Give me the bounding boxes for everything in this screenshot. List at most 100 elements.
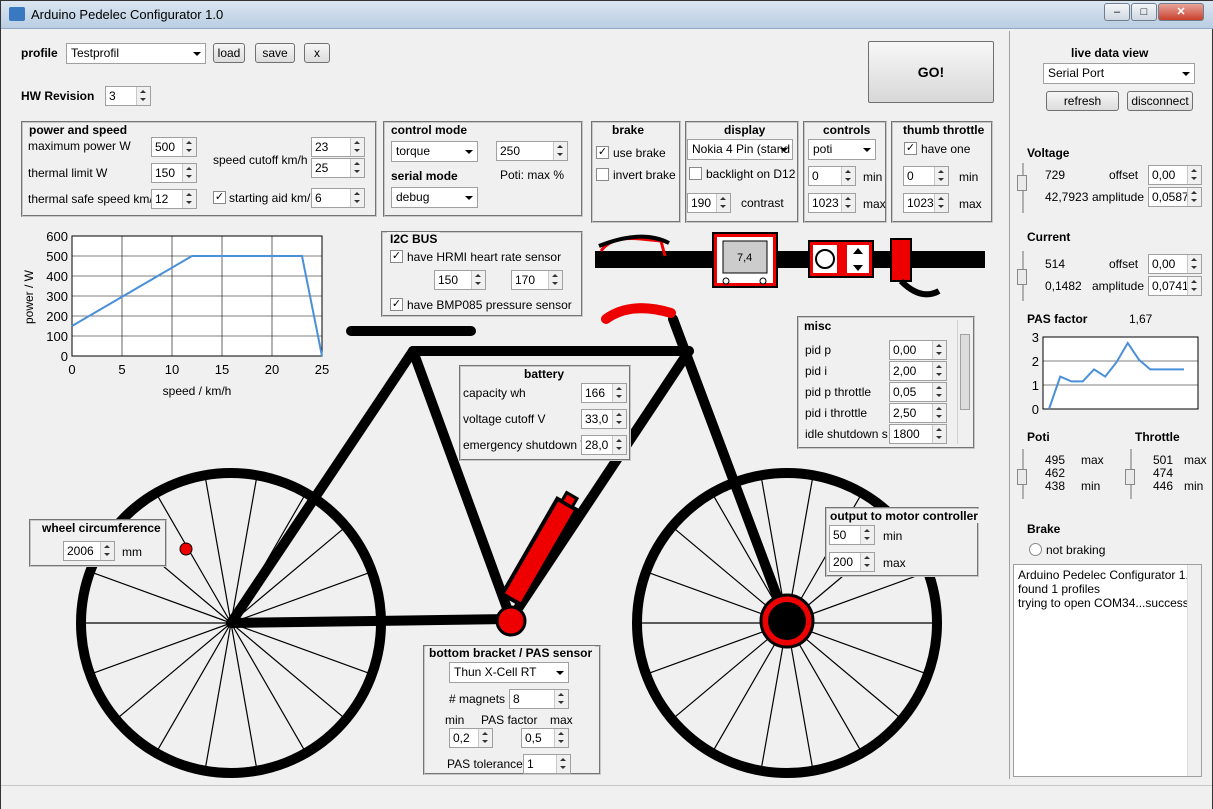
controls-max-spinner[interactable]: 1023 — [808, 193, 856, 213]
motor-min-spinner[interactable]: 50 — [829, 525, 875, 545]
serial-mode-title: serial mode — [388, 169, 461, 183]
display-type-select[interactable]: Nokia 4 Pin (stand — [687, 139, 793, 160]
use-brake-label: use brake — [613, 146, 666, 160]
thermal-limit-spinner[interactable]: 150 — [151, 163, 197, 183]
controls-max-label: max — [863, 197, 886, 211]
backlight-checkbox[interactable] — [689, 167, 702, 180]
wheel-circumference-spinner[interactable]: 2006 — [63, 541, 115, 561]
maximize-button[interactable]: □ — [1131, 3, 1157, 21]
serial-port-select[interactable]: Serial Port — [1043, 63, 1195, 84]
pas-sensor-select[interactable]: Thun X-Cell RT — [449, 662, 569, 683]
y-tick-label: 0 — [61, 349, 68, 364]
voltage-raw: 729 — [1045, 168, 1066, 182]
throttle-slider[interactable] — [1125, 469, 1135, 485]
delete-profile-button[interactable]: x — [304, 43, 330, 63]
misc-scrollbar-thumb[interactable] — [960, 334, 970, 410]
current-amplitude-spinner[interactable]: 0,0741 — [1148, 276, 1202, 296]
disconnect-button[interactable]: disconnect — [1127, 91, 1193, 111]
pas-min-label: min — [445, 713, 465, 727]
y-tick-label: 500 — [46, 249, 68, 264]
controls-select[interactable]: poti — [808, 139, 876, 160]
close-button[interactable]: ✕ — [1158, 3, 1204, 21]
use-brake-checkbox[interactable]: ✓ — [596, 146, 609, 159]
contrast-spinner[interactable]: 190 — [687, 193, 731, 213]
save-button[interactable]: save — [255, 43, 295, 63]
y-tick-label: 200 — [46, 309, 68, 324]
control-mode-title: control mode — [388, 123, 471, 137]
controls-min-label: min — [863, 170, 883, 184]
misc-row-label: pid p throttle — [805, 385, 872, 399]
misc-row-spinner[interactable]: 0,05 — [889, 382, 947, 402]
control-mode-select[interactable]: torque — [391, 141, 478, 162]
log-scrollbar[interactable] — [1187, 565, 1201, 776]
bmp085-label: have BMP085 pressure sensor — [407, 298, 572, 312]
thermal-limit-label: thermal limit W — [28, 166, 108, 180]
wheel-spoke — [118, 622, 232, 718]
load-button[interactable]: load — [213, 43, 245, 63]
misc-row-spinner[interactable]: 2,50 — [889, 403, 947, 423]
thermal-safe-spinner[interactable]: 12 — [151, 189, 197, 209]
emergency-shutdown-spinner[interactable]: 28,0 — [581, 435, 627, 455]
voltage-slider[interactable] — [1017, 175, 1027, 191]
pas-factor-max-spinner[interactable]: 0,5 — [521, 728, 569, 748]
misc-scrollbar[interactable] — [957, 320, 971, 444]
hrmi-checkbox[interactable]: ✓ — [390, 250, 403, 263]
starting-aid-checkbox[interactable]: ✓ — [213, 191, 226, 204]
voltage-offset-spinner[interactable]: 0,00 — [1148, 165, 1202, 185]
misc-row-spinner[interactable]: 2,00 — [889, 361, 947, 381]
motor-output-title: output to motor controller — [827, 509, 981, 523]
thumb-throttle-checkbox[interactable]: ✓ — [904, 142, 917, 155]
log-line: trying to open COM34...success — [1018, 596, 1189, 610]
misc-row-spinner[interactable]: 0,00 — [889, 340, 947, 360]
thumb-min-spinner[interactable]: 0 — [903, 166, 949, 186]
live-data-title: live data view — [1071, 46, 1149, 60]
minimize-button[interactable]: – — [1104, 3, 1130, 21]
wheel-spoke — [93, 572, 232, 624]
speed-cutoff-spinner-2[interactable]: 25 — [311, 158, 365, 178]
invert-brake-checkbox[interactable] — [596, 168, 609, 181]
heart-rate-min-spinner[interactable]: 150 — [434, 270, 486, 290]
brake-status-title: Brake — [1027, 522, 1061, 536]
chevron-down-icon — [193, 52, 201, 56]
max-power-spinner[interactable]: 500 — [151, 137, 197, 157]
serial-mode-select[interactable]: debug — [391, 187, 478, 208]
main-window: Arduino Pedelec Configurator 1.0 – □ ✕ 7… — [0, 0, 1213, 809]
magnets-spinner[interactable]: 8 — [509, 689, 569, 709]
motor-max-spinner[interactable]: 200 — [829, 552, 875, 572]
current-slider[interactable] — [1017, 269, 1027, 285]
current-offset-spinner[interactable]: 0,00 — [1148, 254, 1202, 274]
motor-min-label: min — [883, 529, 903, 543]
thumb-max-spinner[interactable]: 1023 — [903, 193, 949, 213]
hw-revision-spinner[interactable]: 3 — [105, 86, 151, 106]
voltage-amplitude-spinner[interactable]: 0,0587 — [1148, 187, 1202, 207]
refresh-button[interactable]: refresh — [1046, 91, 1119, 111]
profile-select[interactable]: Testprofil — [66, 43, 206, 64]
starting-aid-spinner[interactable]: 6 — [311, 188, 365, 208]
misc-row-label: pid i — [805, 364, 828, 378]
display-title: display — [721, 123, 769, 137]
wheel-title: wheel circumference — [39, 521, 164, 535]
capacity-spinner[interactable]: 166 — [581, 383, 627, 403]
throttle-title: Throttle — [1135, 430, 1180, 444]
chevron-down-icon — [780, 148, 788, 152]
poti-max-spinner[interactable]: 250 — [496, 141, 568, 161]
speed-cutoff-spinner-1[interactable]: 23 — [311, 137, 365, 157]
poti-title: Poti — [1027, 430, 1050, 444]
profile-label: profile — [21, 46, 58, 60]
log-line: found 1 profiles — [1018, 582, 1101, 596]
log-output[interactable]: Arduino Pedelec Configurator 1.0 found 1… — [1013, 564, 1202, 777]
pas-max-label: max — [550, 713, 573, 727]
pas-factor-value: 1,67 — [1129, 312, 1153, 326]
bmp085-checkbox[interactable]: ✓ — [390, 298, 403, 311]
poti-slider[interactable] — [1017, 469, 1027, 485]
poti-max-label: Poti: max % — [500, 168, 565, 182]
controls-min-spinner[interactable]: 0 — [808, 166, 856, 186]
go-button[interactable]: GO! — [868, 41, 994, 103]
heart-rate-max-spinner[interactable]: 170 — [511, 270, 563, 290]
voltage-cutoff-spinner[interactable]: 33,0 — [581, 409, 627, 429]
pas-tolerance-spinner[interactable]: 1 — [523, 754, 571, 774]
misc-row-spinner[interactable]: 1800 — [889, 424, 947, 444]
x-tick-label: 15 — [215, 362, 229, 377]
pas-factor-min-spinner[interactable]: 0,2 — [449, 728, 493, 748]
voltage-value: 42,7923 — [1045, 190, 1089, 204]
